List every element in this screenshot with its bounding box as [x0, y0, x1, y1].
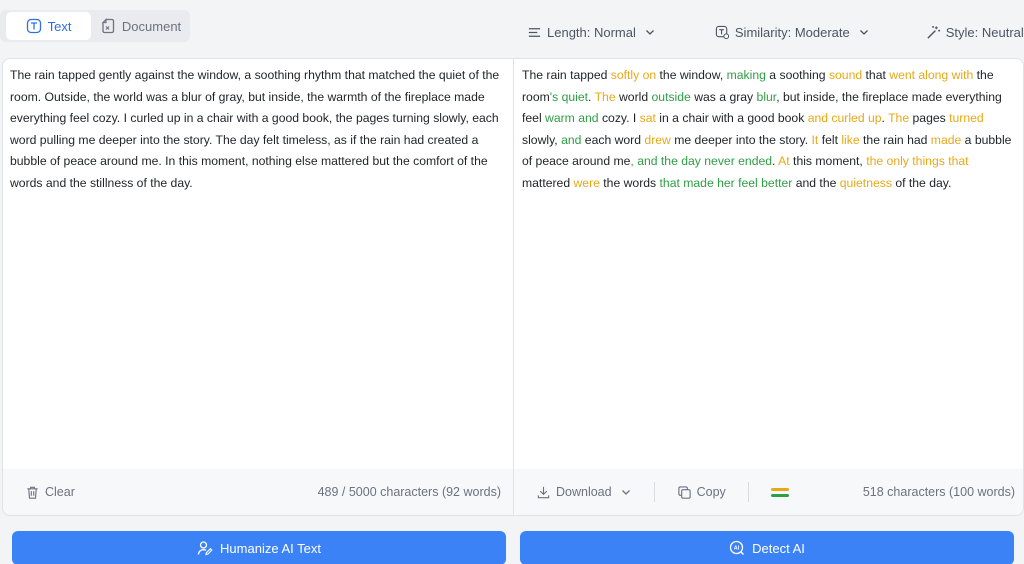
changed-phrase-green: making: [726, 68, 766, 82]
changed-phrase-orange: like: [841, 132, 860, 147]
text-icon: [26, 18, 41, 34]
changed-phrase-orange: were: [573, 175, 600, 190]
output-text-segment: pages: [909, 111, 950, 126]
changed-phrase-orange: the only things that: [866, 154, 969, 169]
changed-phrase-orange: The: [594, 89, 616, 104]
output-panel: The rain tapped softly on the window, ma…: [514, 59, 1023, 515]
output-text-segment: the rain had: [859, 132, 931, 147]
detect-ai-button[interactable]: AI Detect AI: [520, 531, 1014, 564]
output-footer: Download Copy 518 characters (100 words): [514, 469, 1023, 515]
magic-wand-icon: [927, 25, 940, 39]
changed-phrase-green: outside: [651, 89, 691, 104]
output-text-segment: and the: [792, 175, 840, 190]
changed-phrase-green: blur: [756, 89, 777, 104]
trash-icon: [27, 486, 38, 499]
changed-phrase-orange: sound: [828, 68, 863, 82]
output-text-segment: me deeper into the story.: [670, 132, 812, 147]
similarity-dropdown[interactable]: Similarity: Moderate: [715, 25, 870, 40]
ai-scan-icon: AI: [729, 540, 745, 555]
input-text-area[interactable]: The rain tapped gently against the windo…: [3, 59, 513, 195]
humanize-button[interactable]: Humanize AI Text: [12, 531, 506, 564]
humanize-label: Humanize AI Text: [220, 540, 321, 556]
divider: [653, 482, 655, 502]
rewrite-options: Length: Normal Similarity: Moderate Styl…: [527, 22, 1024, 42]
output-text-segment: the window,: [656, 68, 727, 82]
clear-label: Clear: [45, 485, 75, 499]
user-pen-icon: [197, 541, 213, 556]
detect-ai-label: Detect AI: [752, 540, 805, 556]
tab-document-label: Document: [121, 18, 182, 34]
tab-text[interactable]: Text: [6, 12, 92, 40]
changed-phrase-green: , and the day never ended: [630, 154, 773, 169]
similarity-icon: [715, 25, 729, 39]
copy-label: Copy: [696, 485, 726, 499]
output-text-segment: was a gray: [690, 89, 757, 104]
output-text-segment: of the day.: [891, 175, 952, 190]
svg-text:AI: AI: [734, 546, 740, 552]
output-text-segment: The rain tapped: [522, 68, 611, 82]
output-text-segment: in a chair with a good book: [655, 111, 808, 126]
divider: [747, 482, 749, 502]
length-dropdown[interactable]: Length: Normal: [527, 25, 656, 40]
changed-phrase-orange: turned: [949, 111, 984, 126]
input-panel: The rain tapped gently against the windo…: [3, 59, 514, 515]
style-label: Style: Neutral: [945, 24, 1024, 40]
changed-phrase-green: 's quiet: [549, 89, 589, 104]
changed-phrase-green: and: [561, 132, 582, 147]
changed-phrase-orange: went along with: [889, 68, 974, 82]
output-text-segment: cozy. I: [598, 111, 640, 126]
output-text-area: The rain tapped softly on the window, ma…: [514, 59, 1023, 195]
mode-tabs: Text Document: [0, 10, 190, 42]
changed-phrase-orange: drew: [644, 132, 671, 147]
changed-phrase-orange: made: [930, 132, 962, 147]
editor-panels: The rain tapped gently against the windo…: [2, 58, 1024, 516]
changed-phrase-orange: At: [778, 154, 790, 169]
output-text-segment: this moment,: [789, 154, 867, 169]
document-icon: [101, 18, 115, 34]
output-text-segment: a soothing: [765, 68, 829, 82]
download-icon: [537, 486, 550, 498]
output-text-segment: slowly,: [522, 132, 562, 147]
output-text-segment: felt: [818, 132, 842, 147]
similarity-label: Similarity: Moderate: [734, 24, 850, 40]
output-text-segment: the words: [599, 175, 660, 190]
download-label: Download: [556, 485, 612, 499]
changed-phrase-orange: softly on: [610, 68, 657, 82]
highlight-legend-toggle[interactable]: [770, 487, 789, 497]
changed-phrase-orange: The: [888, 111, 910, 126]
download-button[interactable]: Download: [536, 485, 632, 500]
output-text-segment: mattered: [522, 175, 574, 190]
changed-phrase-orange: sat: [639, 111, 656, 126]
copy-button[interactable]: Copy: [677, 485, 726, 500]
input-footer: Clear 489 / 5000 characters (92 words): [3, 469, 513, 515]
output-char-count: 518 characters (100 words): [862, 485, 1015, 499]
tab-text-label: Text: [47, 18, 72, 34]
output-text-segment: each word: [581, 132, 645, 147]
green-highlight-swatch: [770, 493, 789, 497]
orange-highlight-swatch: [770, 487, 789, 491]
output-text-segment: that: [862, 68, 890, 82]
lines-icon: [528, 27, 541, 37]
changed-phrase-green: warm and: [545, 111, 599, 126]
tab-document[interactable]: Document: [93, 12, 188, 40]
changed-phrase-orange: and curled up: [807, 111, 882, 126]
changed-phrase-green: that made her feel better: [659, 175, 793, 190]
chevron-down-icon: [621, 490, 630, 495]
chevron-down-icon: [859, 30, 868, 35]
length-label: Length: Normal: [547, 24, 636, 40]
clear-button[interactable]: Clear: [25, 485, 75, 500]
copy-icon: [677, 485, 691, 499]
chevron-down-icon: [645, 30, 654, 35]
input-char-count: 489 / 5000 characters (92 words): [317, 485, 501, 499]
output-text-segment: world: [615, 89, 652, 104]
style-dropdown[interactable]: Style: Neutral: [926, 25, 1024, 40]
changed-phrase-orange: quietness: [839, 175, 892, 190]
